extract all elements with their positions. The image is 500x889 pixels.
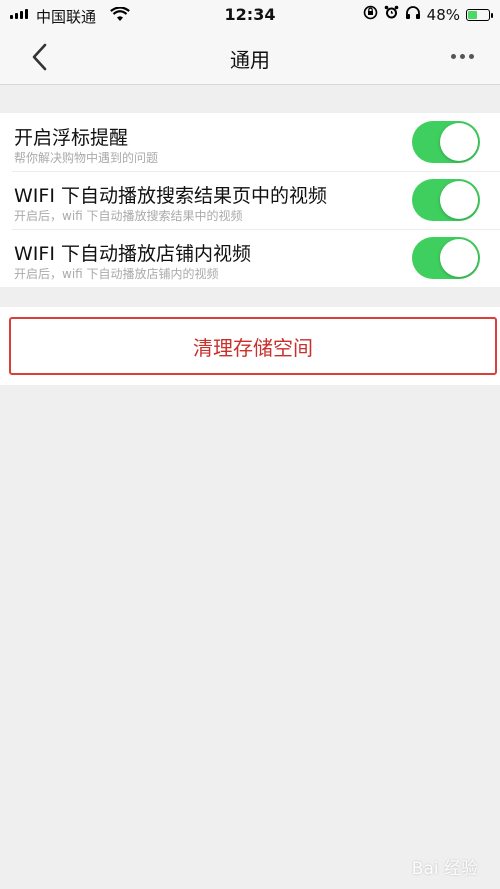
search-video-autoplay-toggle[interactable] bbox=[412, 179, 480, 221]
clear-storage-section: 清理存储空间 bbox=[0, 307, 500, 385]
float-reminder-toggle[interactable] bbox=[412, 121, 480, 163]
toggle-knob bbox=[440, 181, 478, 219]
setting-subtitle: 开启后，wifi 下自动播放搜索结果中的视频 bbox=[14, 209, 243, 223]
shop-video-autoplay-toggle[interactable] bbox=[412, 237, 480, 279]
alarm-icon bbox=[384, 5, 399, 24]
baidu-jingyan-watermark: Bai 经验 bbox=[411, 859, 478, 879]
more-button[interactable] bbox=[451, 54, 474, 59]
setting-subtitle: 帮你解决购物中遇到的问题 bbox=[14, 151, 159, 165]
settings-list: 开启浮标提醒 帮你解决购物中遇到的问题 WIFI 下自动播放搜索结果页中的视频 … bbox=[0, 113, 500, 287]
clear-storage-button[interactable]: 清理存储空间 bbox=[9, 317, 497, 375]
setting-title: 开启浮标提醒 bbox=[14, 127, 129, 149]
status-bar: 中国联通 12:34 48% bbox=[0, 0, 500, 30]
toggle-knob bbox=[440, 123, 478, 161]
rotation-lock-icon bbox=[363, 5, 378, 24]
nav-bar: 通用 bbox=[0, 30, 500, 85]
setting-row-float-reminder: 开启浮标提醒 帮你解决购物中遇到的问题 bbox=[0, 113, 500, 171]
setting-subtitle: 开启后，wifi 下自动播放店铺内的视频 bbox=[14, 267, 219, 281]
battery-percent: 48% bbox=[426, 5, 460, 24]
setting-title: WIFI 下自动播放搜索结果页中的视频 bbox=[14, 185, 327, 207]
battery-icon bbox=[466, 8, 493, 21]
setting-row-search-video-autoplay: WIFI 下自动播放搜索结果页中的视频 开启后，wifi 下自动播放搜索结果中的… bbox=[0, 171, 500, 229]
page-title: 通用 bbox=[230, 48, 270, 72]
setting-title: WIFI 下自动播放店铺内视频 bbox=[14, 243, 251, 265]
toggle-knob bbox=[440, 239, 478, 277]
headphones-icon bbox=[405, 5, 421, 24]
setting-row-shop-video-autoplay: WIFI 下自动播放店铺内视频 开启后，wifi 下自动播放店铺内的视频 bbox=[0, 229, 500, 287]
more-dots-icon bbox=[451, 54, 456, 59]
